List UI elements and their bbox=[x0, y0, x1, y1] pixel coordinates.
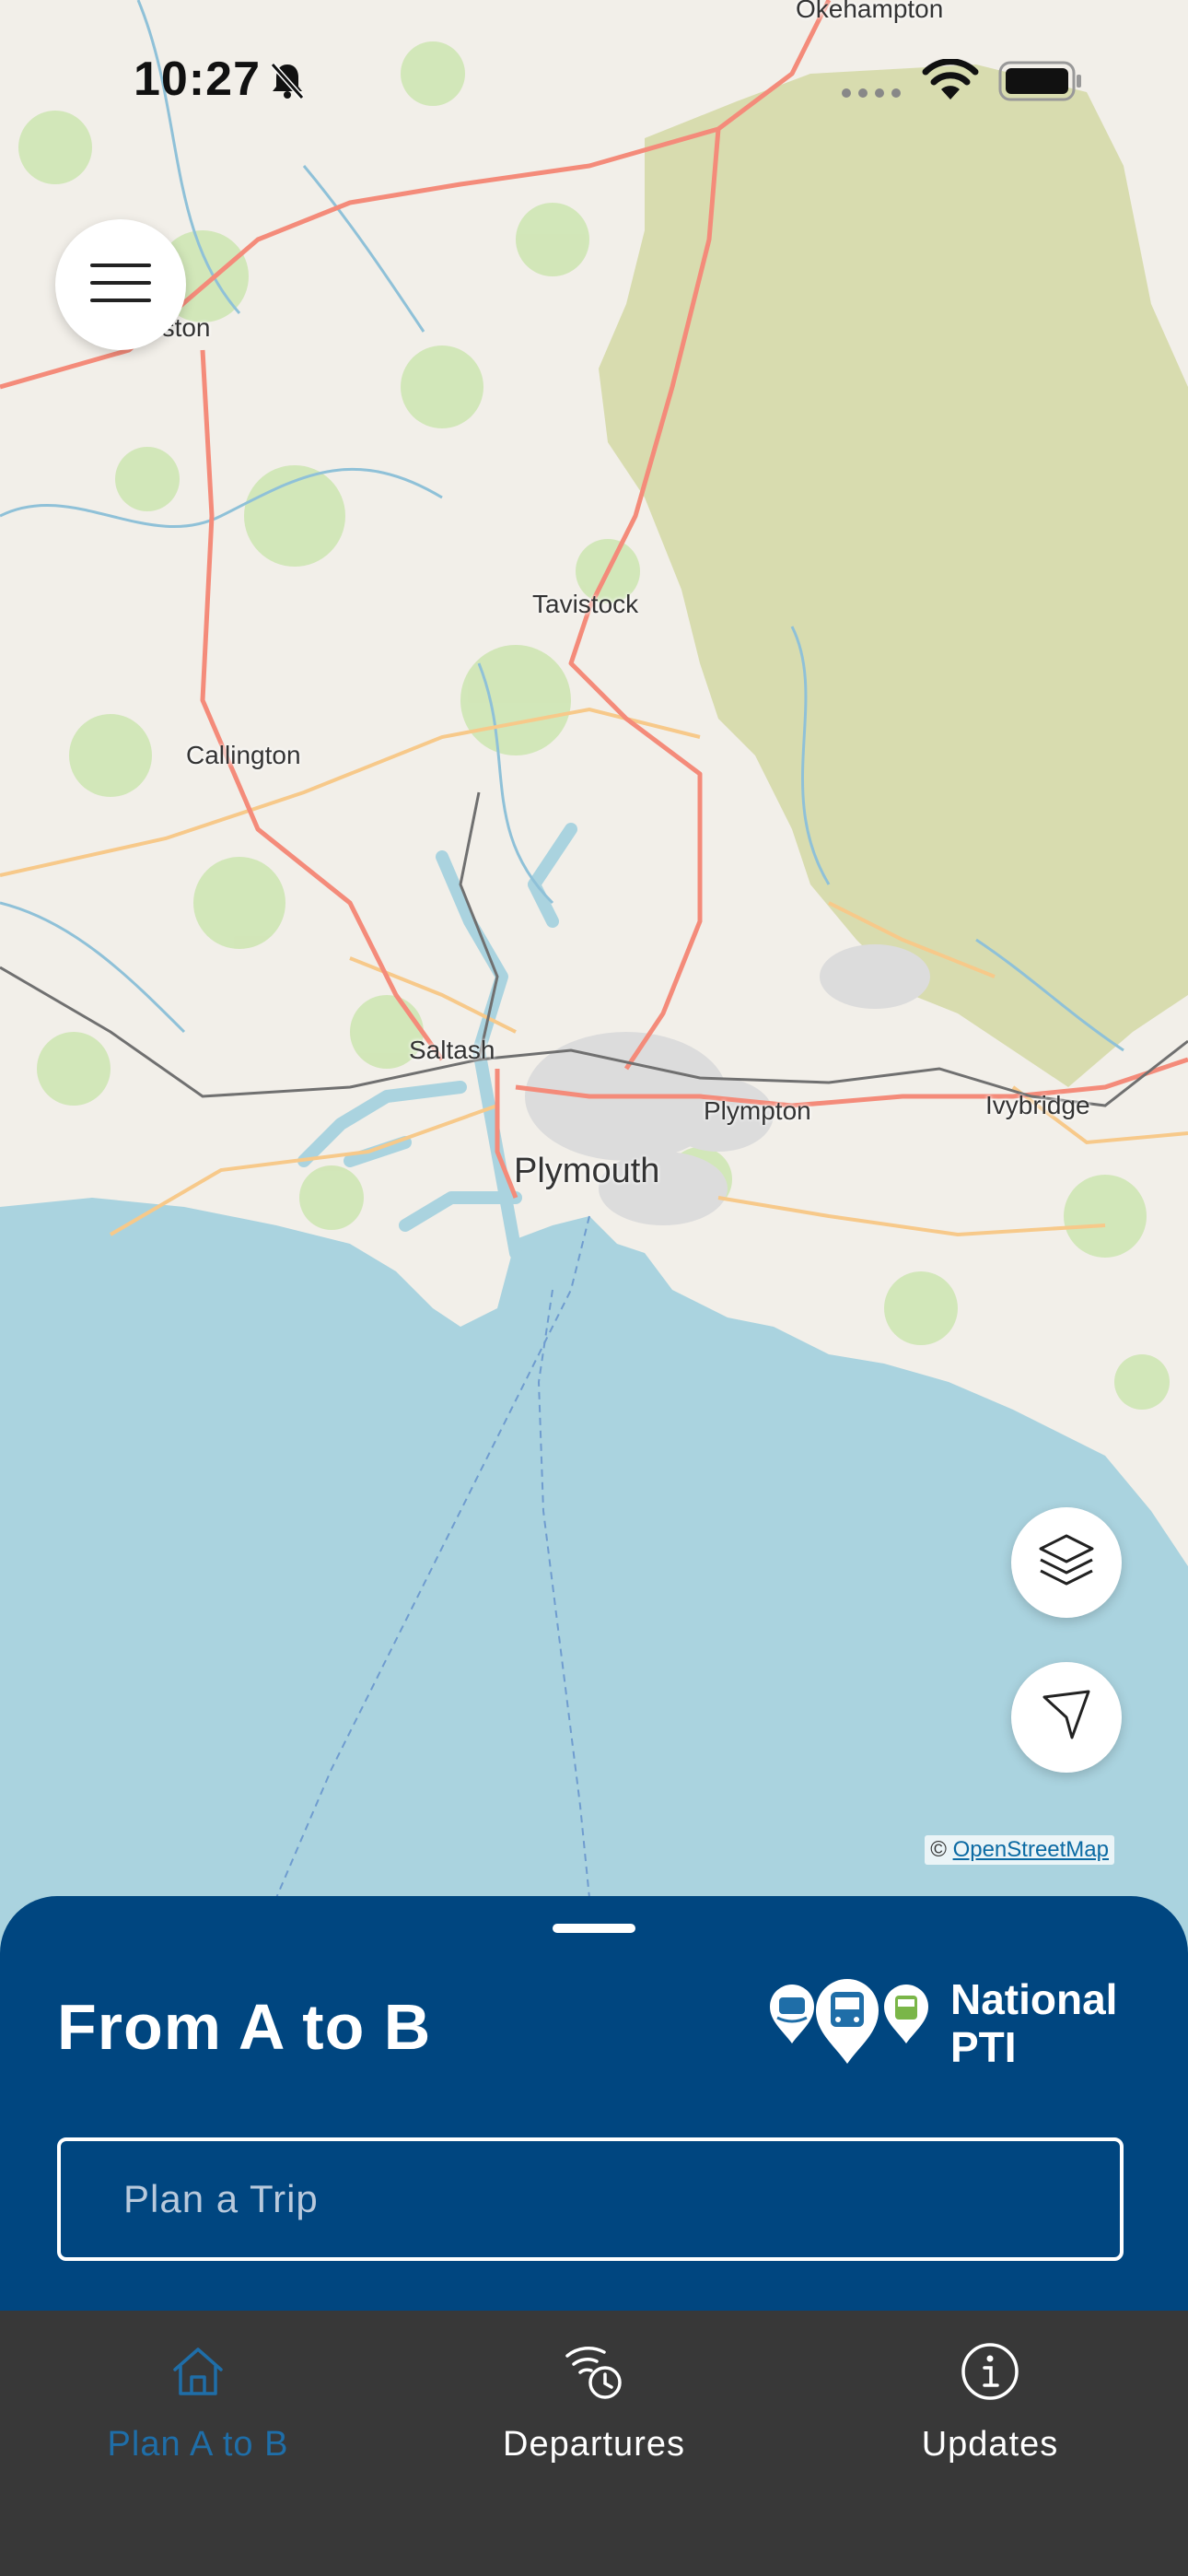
copyright-symbol: © bbox=[930, 1837, 947, 1862]
sheet-drag-handle[interactable] bbox=[553, 1924, 635, 1933]
plan-trip-input[interactable] bbox=[57, 2137, 1124, 2261]
place-label: Saltash bbox=[409, 1036, 495, 1064]
tab-label: Plan A to B bbox=[107, 2425, 289, 2464]
sheet-title: From A to B bbox=[57, 1991, 432, 2063]
place-label: Callington bbox=[186, 741, 301, 769]
location-arrow-icon bbox=[1039, 1688, 1094, 1748]
map-attribution: © OpenStreetMap bbox=[925, 1835, 1114, 1865]
signal-dots-icon bbox=[840, 87, 904, 104]
layers-icon bbox=[1037, 1532, 1096, 1594]
place-label: Plymouth bbox=[514, 1152, 660, 1190]
tab-bar: Plan A to B Departures Updates bbox=[0, 2311, 1188, 2576]
status-time: 10:27 bbox=[134, 53, 261, 106]
wifi-icon bbox=[921, 58, 980, 106]
brand-name: National PTI bbox=[950, 1975, 1117, 2071]
place-label: Plympton bbox=[704, 1096, 811, 1125]
tab-label: Updates bbox=[921, 2425, 1059, 2464]
departures-icon bbox=[564, 2341, 624, 2406]
bottom-sheet: From A to B National PTI bbox=[0, 1896, 1188, 2320]
place-label: Ivybridge bbox=[985, 1091, 1090, 1119]
my-location-button[interactable] bbox=[1011, 1662, 1122, 1773]
national-pti-logo-icon bbox=[766, 1979, 932, 2072]
menu-button[interactable] bbox=[55, 219, 186, 350]
silent-bell-icon bbox=[269, 61, 306, 104]
tab-label: Departures bbox=[503, 2425, 685, 2464]
brand-line-2: PTI bbox=[950, 2023, 1017, 2071]
home-icon bbox=[171, 2346, 225, 2402]
map-layers-button[interactable] bbox=[1011, 1507, 1122, 1618]
place-label: Tavistock bbox=[532, 590, 639, 618]
tab-plan-a-to-b[interactable]: Plan A to B bbox=[0, 2311, 396, 2495]
hamburger-icon bbox=[90, 262, 151, 309]
info-icon bbox=[961, 2342, 1019, 2406]
tab-departures[interactable]: Departures bbox=[396, 2311, 792, 2495]
battery-icon bbox=[998, 61, 1083, 106]
openstreetmap-link[interactable]: OpenStreetMap bbox=[953, 1837, 1109, 1862]
status-bar: 10:27 bbox=[0, 0, 1188, 157]
tab-updates[interactable]: Updates bbox=[792, 2311, 1188, 2495]
brand-line-1: National bbox=[950, 1975, 1118, 2023]
